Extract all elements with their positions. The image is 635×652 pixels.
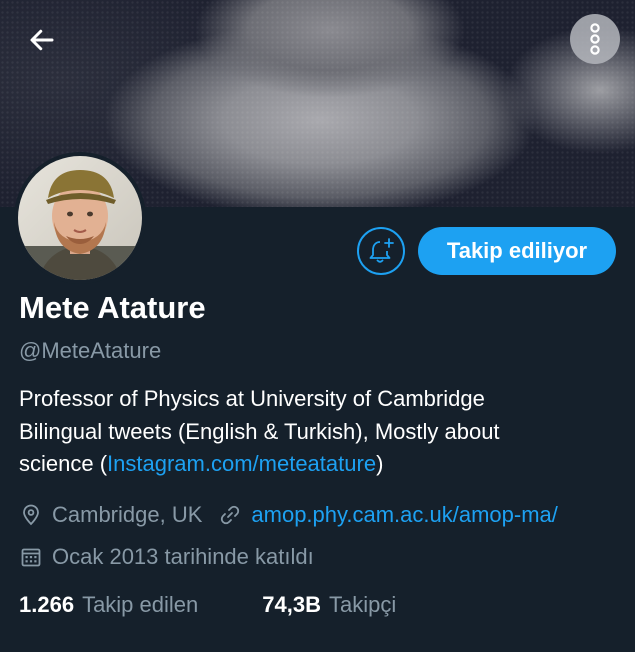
joined-date-text: Ocak 2013 tarihinde katıldı [52, 544, 314, 569]
following-stat[interactable]: 1.266 Takip edilen [19, 592, 198, 618]
profile-meta-joined-row: Ocak 2013 tarihinde katıldı [19, 544, 314, 570]
location-text: Cambridge, UK [52, 502, 203, 527]
notifications-button[interactable] [357, 227, 405, 275]
bio-instagram-link[interactable]: Instagram.com/meteatature [107, 451, 376, 476]
followers-stat[interactable]: 74,3B Takipçi [262, 592, 396, 618]
bio-suffix: ) [376, 451, 384, 476]
more-options-button[interactable] [570, 14, 620, 64]
avatar-photo [18, 156, 142, 280]
profile-meta-location-row: Cambridge, UK amop.phy.cam.ac.uk/amop-ma… [19, 502, 558, 528]
followers-label: Takipçi [328, 592, 397, 617]
bell-plus-icon [369, 238, 394, 263]
following-button[interactable]: Takip ediliyor [418, 227, 616, 275]
following-label: Takip edilen [82, 592, 199, 617]
bio-prefix: science ( [19, 451, 108, 476]
follow-stats: 1.266 Takip edilen 74,3B Takipçi [19, 592, 396, 618]
bio-line-3: science (Instagram.com/meteatature) [19, 448, 619, 481]
profile-name: Mete Atature [19, 290, 206, 325]
more-vertical-icon [590, 23, 600, 55]
back-button[interactable] [22, 20, 62, 60]
profile-handle: @MeteAtature [19, 338, 162, 363]
following-count: 1.266 [19, 592, 75, 617]
website-link[interactable]: amop.phy.cam.ac.uk/amop-ma/ [251, 502, 558, 528]
bio-line-1: Professor of Physics at University of Ca… [19, 386, 485, 411]
calendar-icon [19, 545, 43, 569]
arrow-left-icon [30, 29, 54, 51]
location-pin-icon [19, 503, 43, 527]
avatar[interactable] [14, 152, 146, 284]
profile-bio: Professor of Physics at University of Ca… [19, 383, 619, 481]
followers-count: 74,3B [262, 592, 321, 617]
bio-line-2: Bilingual tweets (English & Turkish), Mo… [19, 418, 500, 444]
link-icon [218, 503, 242, 527]
